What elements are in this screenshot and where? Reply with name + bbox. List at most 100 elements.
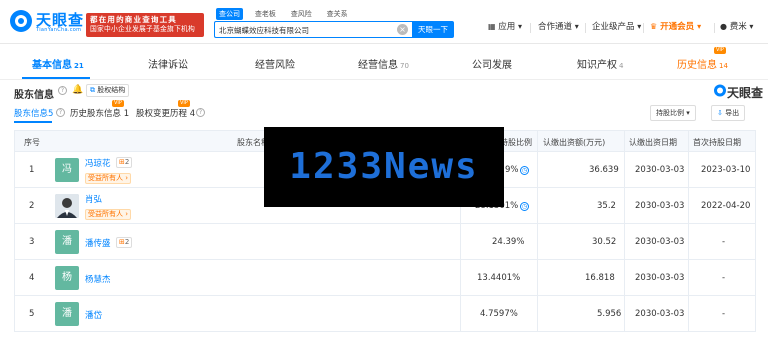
chevron-down-icon: ▾: [749, 22, 754, 31]
subtab-label: 股东信息: [14, 109, 49, 119]
bell-icon[interactable]: 🔔: [72, 85, 83, 95]
col-divider: [624, 131, 625, 151]
export-icon: ⇩: [717, 109, 723, 117]
holder-name-link[interactable]: 冯琼花: [85, 157, 111, 169]
first-date-value: -: [722, 273, 726, 283]
nav-user[interactable]: ● 费米 ▾: [720, 20, 753, 34]
search-tab-relation[interactable]: 查关系: [324, 8, 351, 20]
logo-domain: TianYanCha.com: [36, 27, 82, 33]
col-divider: [688, 131, 689, 151]
nav-channel-label: 合作通道: [538, 22, 573, 32]
active-subtab-indicator: [14, 121, 52, 123]
nav-apps[interactable]: ▦ 应用 ▾: [488, 20, 522, 34]
user-icon: ●: [720, 22, 727, 31]
section-title: 股东信息: [14, 90, 54, 101]
subtab-history-shareholders[interactable]: 历史股东信息 1: [70, 107, 129, 119]
subtab-count: 1: [123, 109, 130, 119]
first-date-value: -: [722, 237, 726, 247]
col-divider: [537, 131, 538, 151]
holder-name-link[interactable]: 潘传盛: [85, 237, 111, 249]
col-divider: [624, 260, 625, 295]
nav-divider: [714, 23, 715, 33]
avatar[interactable]: 冯: [55, 158, 79, 182]
tab-label: 公司发展: [472, 60, 512, 71]
first-date-value: 2023-03-10: [701, 165, 751, 175]
subtab-equity-changes[interactable]: 股权变更历程 4: [136, 107, 195, 119]
tab-basic-info[interactable]: 基本信息 21: [32, 56, 84, 71]
search-input[interactable]: 北京蝴蝶效应科技有限公司: [214, 21, 412, 38]
avatar-photo[interactable]: [55, 194, 79, 218]
clock-icon[interactable]: ◷: [520, 202, 529, 211]
col-index: 序号: [24, 138, 40, 147]
ratio-value: 24.39%: [492, 237, 525, 247]
holder-name-link[interactable]: 潘岱: [85, 309, 102, 321]
amount-value: 5.956: [597, 309, 622, 319]
related-count-badge[interactable]: ⊞2: [116, 157, 133, 168]
col-divider: [688, 188, 689, 223]
tab-risk[interactable]: 经营风险: [255, 56, 295, 71]
col-divider: [537, 260, 538, 295]
tianyancha-watermark-logo: 天眼查: [713, 84, 763, 101]
crown-icon: ♛: [650, 22, 658, 31]
search-tab-company[interactable]: 查公司: [216, 8, 243, 20]
tab-development[interactable]: 公司发展: [472, 56, 512, 71]
table-row: 3 潘 潘传盛 ⊞2 24.39% 30.52 2030-03-03 -: [14, 224, 756, 260]
col-divider: [688, 152, 689, 187]
tabs-divider: [0, 79, 768, 80]
avatar[interactable]: 潘: [55, 302, 79, 326]
beneficial-owner-tag[interactable]: 受益所有人 ›: [85, 209, 132, 220]
amount-value: 35.2: [597, 201, 616, 211]
watermark-text: 1233News: [289, 146, 479, 187]
row-index: 1: [29, 165, 35, 175]
top-header: 天眼查 TianYanCha.com 都在用的商业查询工具 国家中小企业发展子基…: [0, 0, 768, 44]
logo-eye-icon: [714, 84, 726, 97]
avatar[interactable]: 潘: [55, 230, 79, 254]
amount-value: 16.818: [585, 273, 615, 283]
nav-vip[interactable]: ♛ 开通会员 ▾: [650, 20, 701, 34]
tab-ip[interactable]: 知识产权 4: [577, 56, 623, 71]
holder-name-link[interactable]: 肖弘: [85, 193, 102, 205]
tab-history[interactable]: 历史信息 14: [677, 56, 728, 71]
tab-count: 4: [619, 62, 624, 70]
equity-structure-button[interactable]: ⧉ 股权结构: [86, 84, 130, 97]
beneficial-owner-tag[interactable]: 受益所有人 ›: [85, 173, 132, 184]
main-tabs: 基本信息 21 法律诉讼 经营风险 经营信息 70 公司发展 知识产权 4 历史信息 1…: [0, 44, 768, 80]
nav-vip-label: 开通会员: [660, 22, 695, 32]
sub-date-value: 2030-03-03: [635, 237, 685, 247]
sub-date-value: 2030-03-03: [635, 273, 685, 283]
help-icon[interactable]: ?: [196, 108, 205, 117]
help-icon[interactable]: ?: [58, 86, 67, 95]
vip-tag: VIP: [112, 100, 124, 107]
help-icon[interactable]: ?: [56, 108, 65, 117]
chevron-down-icon: ▾: [637, 22, 642, 31]
export-button[interactable]: ⇩ 导出: [711, 105, 746, 121]
col-divider: [537, 224, 538, 259]
search-button[interactable]: 天眼一下: [412, 21, 454, 38]
tianyancha-logo[interactable]: 天眼查 TianYanCha.com: [8, 8, 86, 36]
clear-icon[interactable]: ×: [397, 24, 408, 35]
holder-name-link[interactable]: 杨慧杰: [85, 273, 111, 285]
related-count-badge[interactable]: ⊞2: [116, 237, 133, 248]
col-first-date: 首次持股日期: [693, 138, 741, 147]
tab-operation[interactable]: 经营信息 70: [358, 56, 409, 71]
col-divider: [537, 188, 538, 223]
avatar[interactable]: 杨: [55, 266, 79, 290]
nav-divider: [643, 23, 644, 33]
vip-tag: VIP: [714, 47, 726, 54]
row-index: 5: [29, 309, 35, 319]
subtab-count: 4: [189, 109, 196, 119]
vip-tag: VIP: [178, 100, 190, 107]
ratio-sort-button[interactable]: 持股比例 ▾: [650, 105, 696, 121]
col-divider: [460, 296, 461, 331]
nav-channel[interactable]: 合作通道 ▾: [538, 20, 579, 34]
nav-enterprise[interactable]: 企业级产品 ▾: [592, 20, 641, 34]
sub-date-value: 2030-03-03: [635, 165, 685, 175]
search-tab-risk[interactable]: 查风险: [288, 8, 315, 20]
tab-legal[interactable]: 法律诉讼: [148, 56, 188, 71]
search-tab-boss[interactable]: 查老板: [252, 8, 279, 20]
row-index: 2: [29, 201, 35, 211]
export-label: 导出: [725, 109, 740, 117]
clock-icon[interactable]: ◷: [520, 166, 529, 175]
subtab-shareholders[interactable]: 股东信息5: [14, 107, 53, 119]
promo-banner[interactable]: 都在用的商业查询工具 国家中小企业发展子基金旗下机构: [86, 13, 204, 37]
